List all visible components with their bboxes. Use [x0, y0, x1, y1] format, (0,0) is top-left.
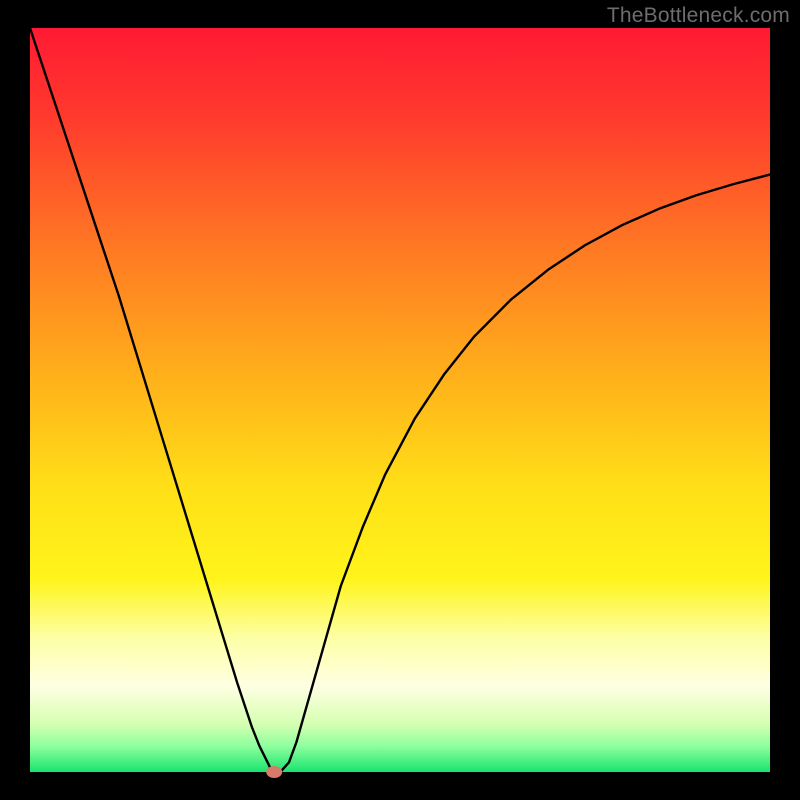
plot-background: [30, 28, 770, 772]
bottleneck-chart: [0, 0, 800, 800]
chart-stage: TheBottleneck.com: [0, 0, 800, 800]
optimum-marker: [266, 766, 282, 778]
watermark-text: TheBottleneck.com: [607, 4, 790, 28]
